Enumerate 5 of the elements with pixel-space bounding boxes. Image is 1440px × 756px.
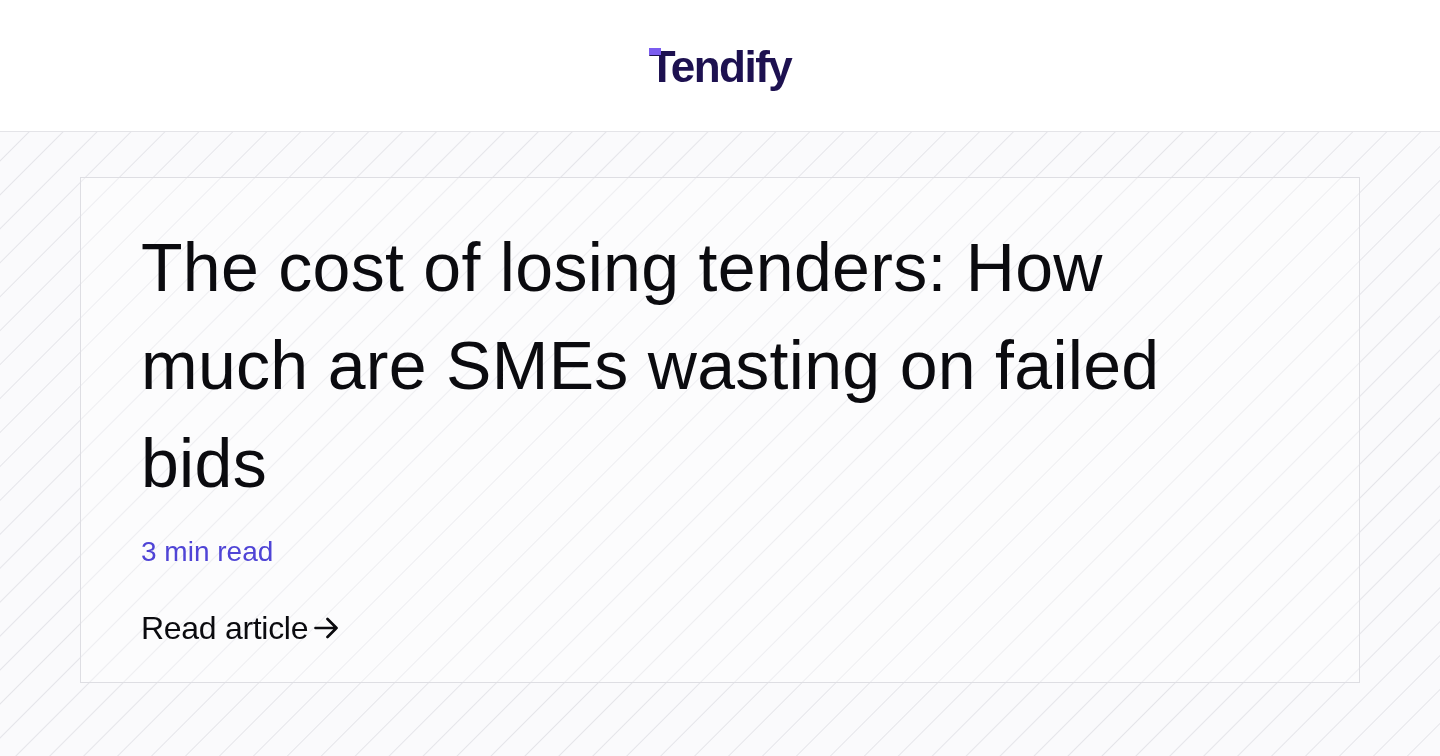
brand-logo[interactable]: Tendify — [648, 44, 792, 89]
article-title: The cost of losing tenders: How much are SMEs wasting on failed bids — [141, 228, 1161, 503]
arrow-right-icon — [314, 616, 339, 640]
read-article-link[interactable]: Read article — [141, 608, 339, 648]
read-time: 3 min read — [141, 535, 274, 569]
